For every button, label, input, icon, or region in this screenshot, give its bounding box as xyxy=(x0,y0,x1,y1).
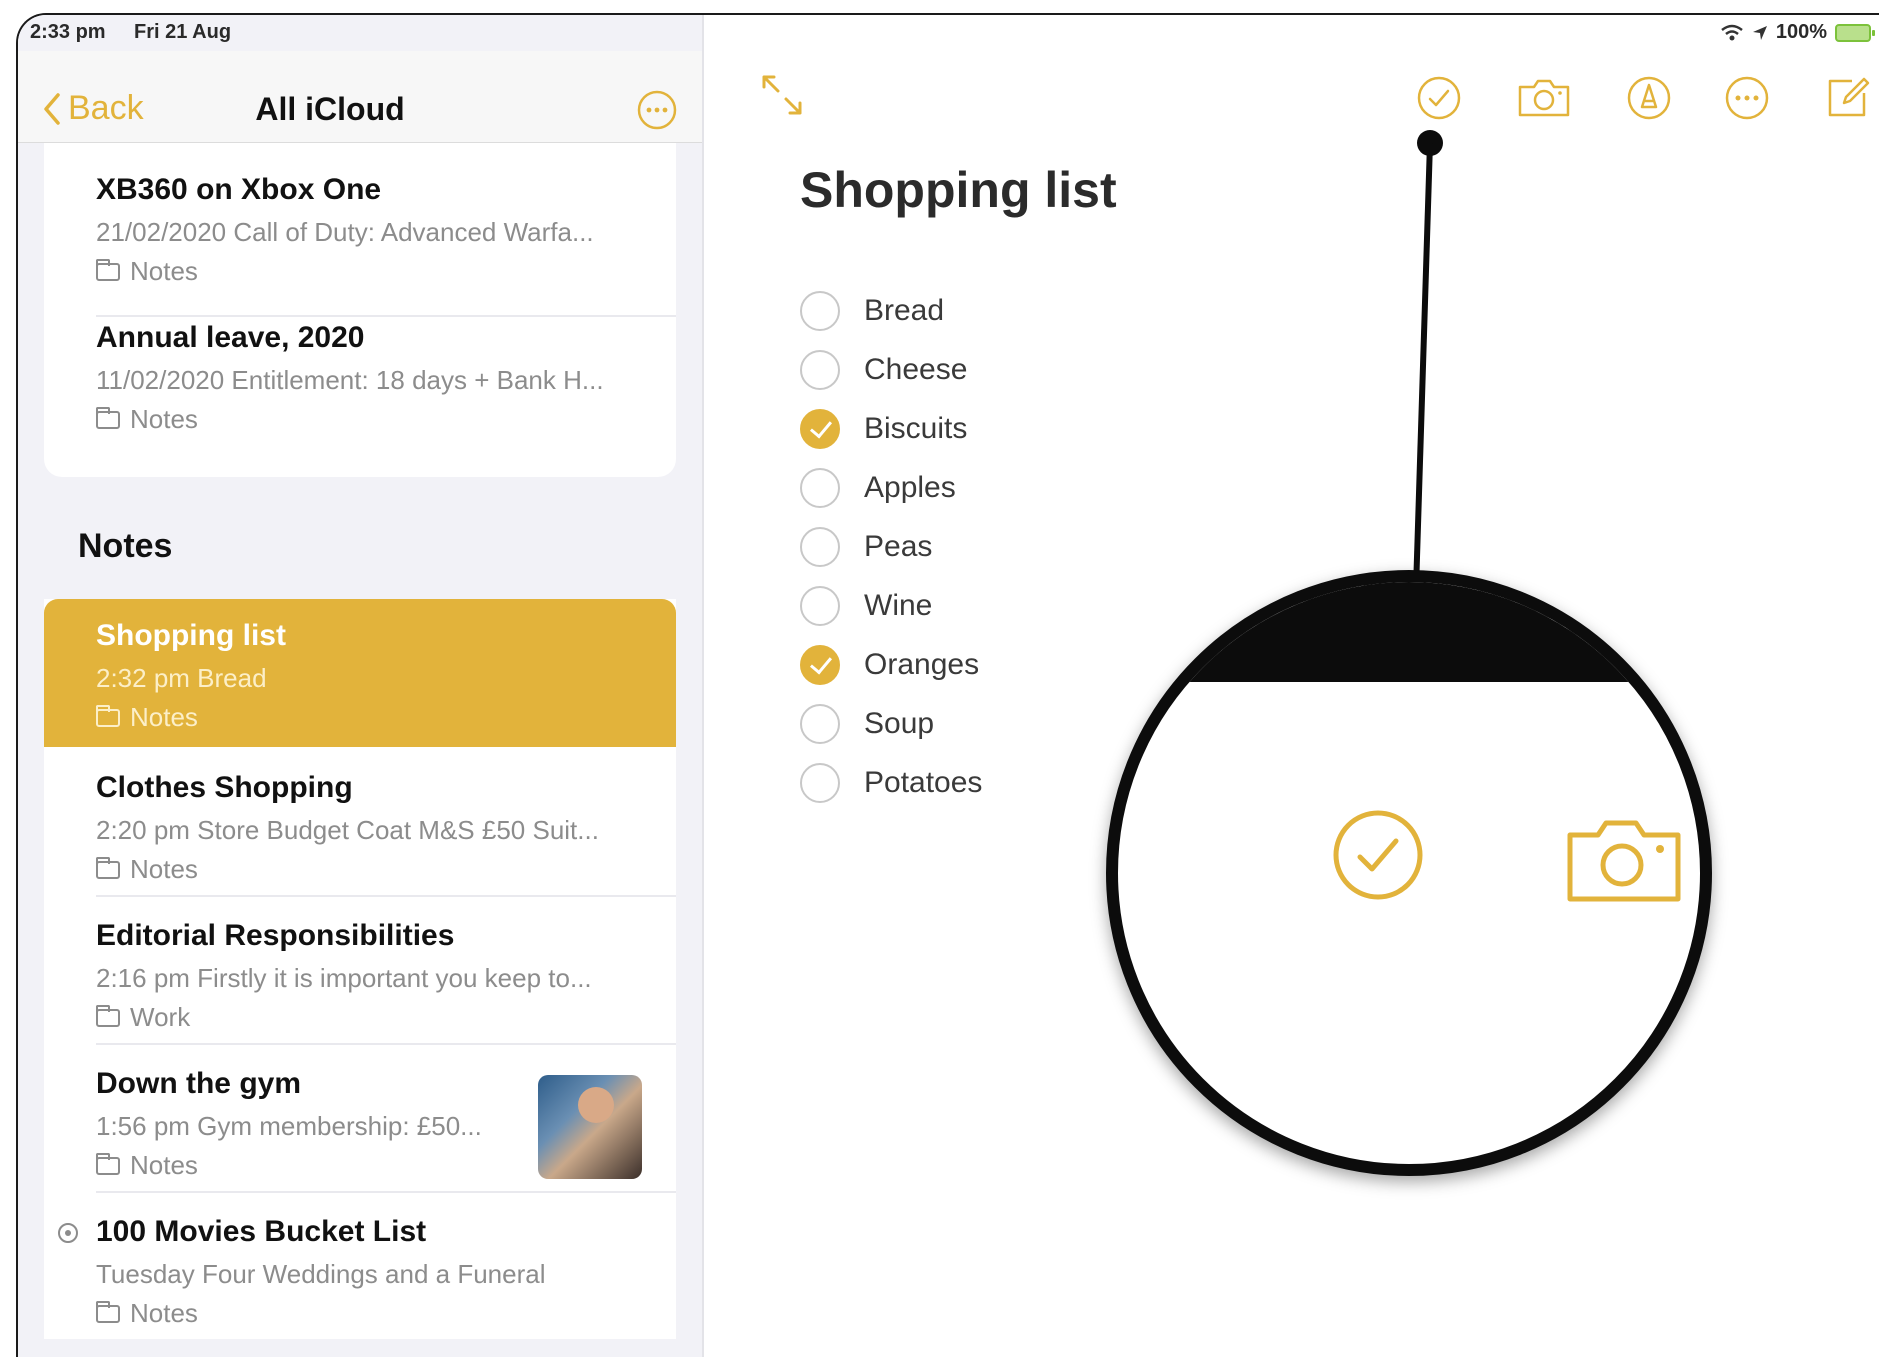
list-item[interactable]: XB360 on Xbox One 21/02/2020 Call of Dut… xyxy=(96,173,662,287)
note-folder: Work xyxy=(96,1002,662,1033)
folder-label: Notes xyxy=(130,1150,198,1180)
divider xyxy=(96,1043,676,1045)
folder-label: Notes xyxy=(130,702,198,732)
zoom-callout xyxy=(1106,570,1712,1176)
folder-label: Work xyxy=(130,1002,191,1032)
checklist-icon xyxy=(1333,810,1423,900)
note-subtitle: Tuesday Four Weddings and a Funeral xyxy=(96,1259,546,1289)
checklist-item[interactable]: Soup xyxy=(800,694,982,753)
checklist-item[interactable]: Potatoes xyxy=(800,753,982,812)
note-folder: Notes xyxy=(96,404,662,435)
folder-icon xyxy=(96,1152,120,1175)
folder-icon xyxy=(96,406,120,429)
checklist-item[interactable]: Oranges xyxy=(800,635,982,694)
note-folder: Notes xyxy=(96,702,662,733)
list-item[interactable]: Editorial Responsibilities 2:16 pm First… xyxy=(96,919,662,1033)
more-icon[interactable] xyxy=(636,89,678,131)
folder-icon xyxy=(96,1004,120,1027)
folder-icon xyxy=(96,704,120,727)
selected-note[interactable]: Shopping list 2:32 pm Bread Notes xyxy=(44,599,676,747)
checklist-label: Oranges xyxy=(864,647,980,681)
note-subtitle: 11/02/2020 Entitlement: 18 days + Bank H… xyxy=(96,365,604,395)
note-title: XB360 on Xbox One xyxy=(96,173,382,206)
list-item[interactable]: Down the gym 1:56 pm Gym membership: £50… xyxy=(96,1067,662,1181)
divider xyxy=(96,315,676,317)
divider xyxy=(96,895,676,897)
folder-title: All iCloud xyxy=(255,91,405,127)
checkbox[interactable] xyxy=(800,762,840,803)
note-title: Clothes Shopping xyxy=(96,771,353,804)
list-item[interactable]: 100 Movies Bucket List Tuesday Four Wedd… xyxy=(58,1215,662,1329)
folder-icon xyxy=(96,856,120,879)
folder-label: Notes xyxy=(130,256,198,286)
note-subtitle: 21/02/2020 Call of Duty: Advanced Warfa.… xyxy=(96,217,594,247)
checklist-label: Potatoes xyxy=(864,765,983,799)
sidebar-header: Back All iCloud xyxy=(18,51,702,143)
note-title: Shopping list xyxy=(96,619,286,652)
camera-icon xyxy=(1567,820,1681,902)
status-bar: 2:33 pm Fri 21 Aug xyxy=(18,15,702,51)
callout-pointer xyxy=(1413,130,1443,590)
shared-icon xyxy=(58,1223,78,1243)
list-item[interactable]: Shopping list 2:32 pm Bread Notes xyxy=(96,619,662,733)
checkbox-checked[interactable] xyxy=(800,644,840,685)
note-thumbnail xyxy=(538,1075,642,1179)
notes-sidebar: 2:33 pm Fri 21 Aug Back All iCloud XB360… xyxy=(18,15,704,1357)
folder-icon xyxy=(96,258,120,281)
note-folder: Notes xyxy=(96,1298,662,1329)
status-date: Fri 21 Aug xyxy=(134,21,232,43)
section-heading: Notes xyxy=(78,527,173,565)
note-editor: 100% Shopping list Bread Cheese Biscuits… xyxy=(706,15,1879,1357)
note-subtitle: 2:32 pm Bread xyxy=(96,663,267,693)
pinned-notes-card: XB360 on Xbox One 21/02/2020 Call of Dut… xyxy=(44,143,676,477)
list-item[interactable]: Annual leave, 2020 11/02/2020 Entitlemen… xyxy=(96,321,662,435)
checklist-label: Soup xyxy=(864,706,935,740)
note-subtitle: 2:20 pm Store Budget Coat M&S £50 Suit..… xyxy=(96,815,599,845)
note-title: Annual leave, 2020 xyxy=(96,321,365,354)
folder-label: Notes xyxy=(130,1298,198,1328)
note-title: 100 Movies Bucket List xyxy=(96,1215,427,1248)
callout-band xyxy=(1118,582,1700,682)
status-time: 2:33 pm xyxy=(30,21,106,43)
divider xyxy=(96,1191,676,1193)
list-item[interactable]: Clothes Shopping 2:20 pm Store Budget Co… xyxy=(96,771,662,885)
checkbox[interactable] xyxy=(800,703,840,744)
note-folder: Notes xyxy=(96,854,662,885)
folder-label: Notes xyxy=(130,404,198,434)
ipad-screen: 2:33 pm Fri 21 Aug Back All iCloud XB360… xyxy=(16,13,1879,1357)
folder-icon xyxy=(96,1300,120,1323)
note-subtitle: 2:16 pm Firstly it is important you keep… xyxy=(96,963,592,993)
folder-label: Notes xyxy=(130,854,198,884)
note-title: Editorial Responsibilities xyxy=(96,919,455,952)
note-folder: Notes xyxy=(96,256,662,287)
